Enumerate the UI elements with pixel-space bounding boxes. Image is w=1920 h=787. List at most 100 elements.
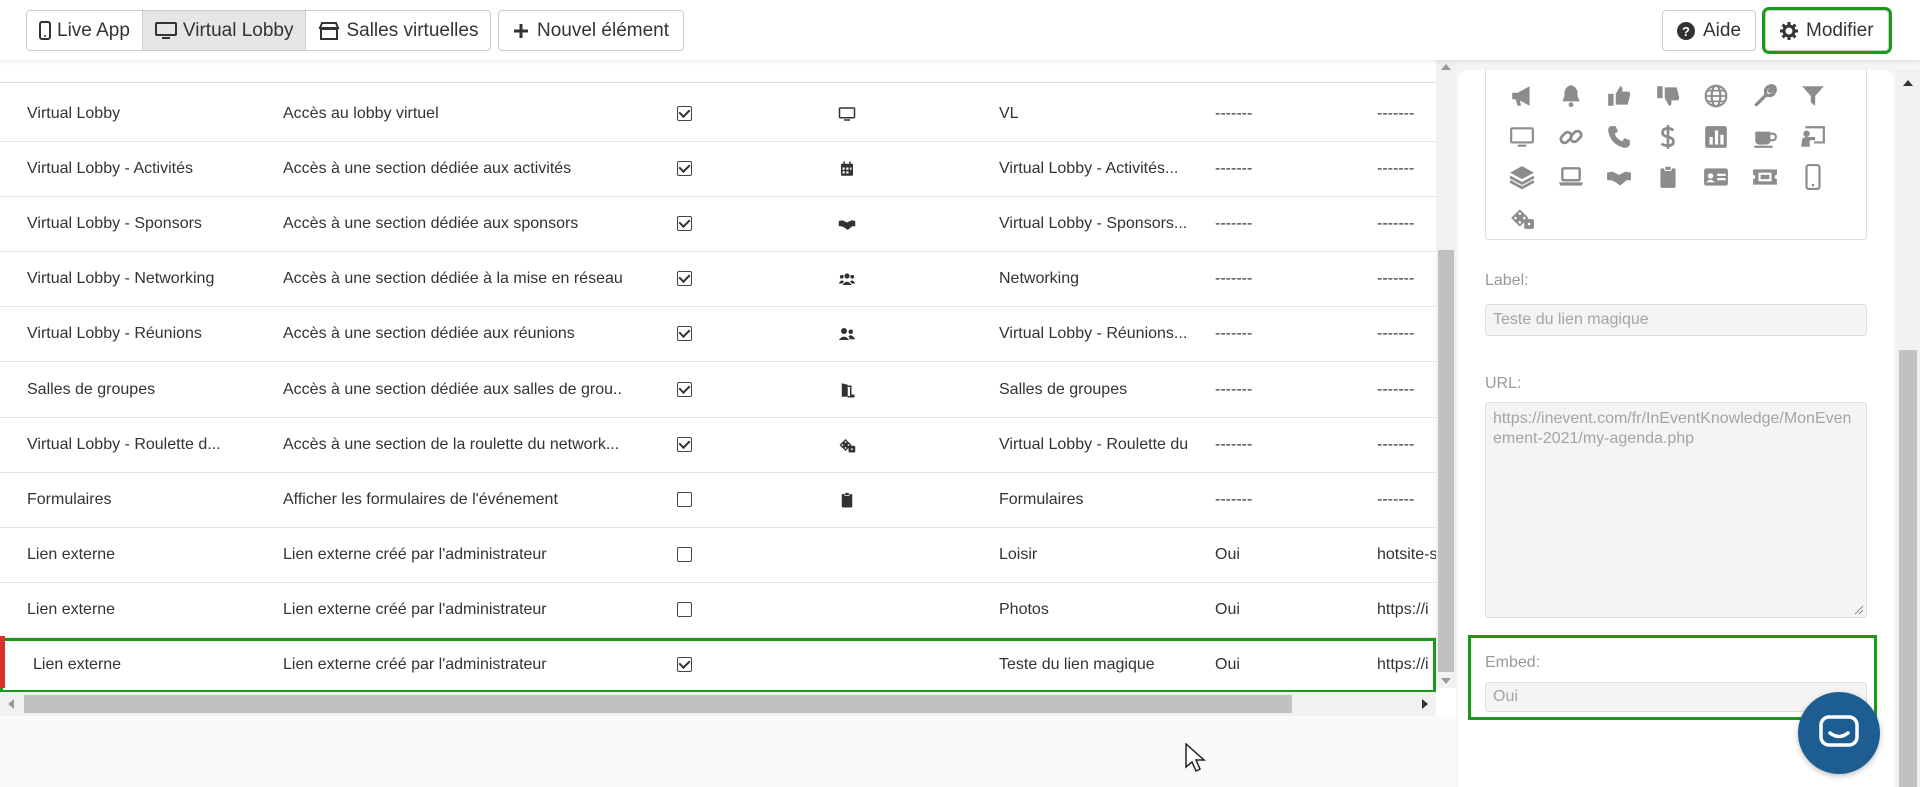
enabled-checkbox[interactable] [677, 657, 692, 672]
row-icon-cell [836, 654, 858, 676]
row-enabled-cell [677, 437, 693, 453]
table-row[interactable]: Salles de groupes Accès à une section déd… [0, 363, 1436, 418]
plus-icon [514, 23, 528, 38]
enabled-checkbox[interactable] [677, 271, 692, 286]
icon-option[interactable] [1498, 198, 1547, 239]
icon-picker [1485, 70, 1867, 240]
row-embed: ------- [1215, 160, 1253, 177]
scroll-up-icon[interactable] [1903, 80, 1913, 86]
icon-option[interactable] [1498, 117, 1547, 158]
row-name: Virtual Lobby - Roulette d... [27, 436, 221, 453]
icon-option[interactable] [1741, 76, 1790, 117]
row-icon-cell [836, 544, 858, 566]
enabled-checkbox[interactable] [677, 216, 692, 231]
scroll-up-icon[interactable] [1441, 64, 1451, 70]
enabled-checkbox[interactable] [677, 326, 692, 341]
table-row[interactable]: Virtual Lobby - Networking Accès à une se… [0, 252, 1436, 307]
virtual-lobby-label: Virtual Lobby [182, 19, 294, 41]
row-embed: ------- [1215, 436, 1253, 453]
icon-option[interactable] [1547, 117, 1596, 158]
enabled-checkbox[interactable] [677, 492, 692, 507]
icon-option[interactable] [1789, 157, 1838, 198]
embed-field-title: Embed: [1485, 654, 1541, 671]
scroll-down-icon[interactable] [1441, 678, 1451, 684]
icon-option[interactable] [1595, 76, 1644, 117]
icon-option[interactable] [1595, 117, 1644, 158]
row-url: ------- [1377, 270, 1415, 287]
icon-option[interactable] [1789, 117, 1838, 158]
row-indicator [0, 636, 5, 688]
icon-option[interactable] [1595, 157, 1644, 198]
table-row[interactable]: Lien externe Lien externe créé par l'admi… [0, 638, 1436, 693]
enabled-checkbox[interactable] [677, 382, 692, 397]
icon-option[interactable] [1547, 76, 1596, 117]
enabled-checkbox[interactable] [677, 437, 692, 452]
icon-option[interactable] [1644, 117, 1693, 158]
table-row[interactable]: Virtual Lobby - Roulette d... Accès à une… [0, 418, 1436, 473]
modifier-button[interactable]: Modifier [1762, 7, 1892, 54]
row-label: Virtual Lobby - Roulette du [999, 436, 1189, 453]
table-row[interactable]: Virtual Lobby - Sponsors Accès à une sect… [0, 197, 1436, 252]
icon-option[interactable] [1741, 157, 1790, 198]
handshake-icon [1607, 171, 1632, 186]
icon-option[interactable] [1789, 76, 1838, 117]
row-embed: Oui [1215, 601, 1240, 618]
enabled-checkbox[interactable] [677, 547, 692, 562]
enabled-checkbox[interactable] [677, 106, 692, 121]
panel-scrollbar[interactable] [1896, 70, 1920, 787]
row-description: Lien externe créé par l'administrateur [283, 546, 547, 563]
icon-option[interactable] [1692, 76, 1741, 117]
live-app-label: Live App [57, 19, 130, 41]
row-label: Photos [999, 601, 1049, 618]
clipboard-icon [1660, 165, 1676, 189]
coffee-icon [1753, 131, 1777, 148]
enabled-checkbox[interactable] [677, 602, 692, 617]
scroll-thumb[interactable] [1899, 350, 1917, 787]
scroll-left-icon[interactable] [8, 699, 14, 709]
nouvel-element-button[interactable]: Nouvel élément [498, 10, 685, 51]
row-name: Virtual Lobby - Activités [27, 160, 194, 177]
desktop-icon [838, 107, 856, 121]
table-row[interactable]: Virtual Lobby - Réunions Accès à une sect… [0, 307, 1436, 362]
table-horizontal-scrollbar[interactable] [0, 692, 1436, 716]
icon-option[interactable] [1498, 76, 1547, 117]
table-vertical-scrollbar[interactable] [1436, 60, 1456, 688]
icon-option[interactable] [1644, 157, 1693, 198]
table-row[interactable]: Virtual Lobby - Activités Accès à une sec… [0, 142, 1436, 197]
icon-option[interactable] [1644, 76, 1693, 117]
table-row[interactable]: Lien externe Lien externe créé par l'admi… [0, 583, 1436, 638]
icon-option[interactable] [1741, 117, 1790, 158]
row-icon-cell [836, 158, 858, 180]
desktop-icon [154, 21, 177, 39]
salles-virtuelles-button[interactable]: Salles virtuelles [306, 11, 491, 50]
live-app-button[interactable]: Live App [27, 11, 143, 50]
row-enabled-cell [677, 271, 693, 287]
icon-option[interactable] [1692, 157, 1741, 198]
row-name: Virtual Lobby [27, 105, 121, 122]
table-row[interactable]: Lien externe Lien externe créé par l'admi… [0, 528, 1436, 583]
url-textarea[interactable]: https://inevent.com/fr/InEventKnowledge/… [1485, 402, 1867, 618]
table-row[interactable]: Virtual Lobby Accès au lobby virtuel VL ---… [0, 87, 1436, 142]
row-embed: ------- [1215, 325, 1253, 342]
icon-option[interactable] [1692, 117, 1741, 158]
gear-icon [1780, 21, 1798, 40]
row-label: VL [999, 105, 1019, 122]
row-embed: ------- [1215, 381, 1253, 398]
icon-option[interactable] [1547, 157, 1596, 198]
row-name: Salles de groupes [27, 381, 156, 398]
aide-button[interactable]: ? Aide [1662, 10, 1757, 51]
scroll-right-icon[interactable] [1422, 699, 1428, 709]
resize-grip-icon[interactable] [1854, 605, 1864, 615]
scroll-thumb[interactable] [1438, 250, 1454, 672]
chart-icon [1705, 125, 1728, 148]
row-embed: ------- [1215, 215, 1253, 232]
label-input[interactable]: Teste du lien magique [1485, 304, 1867, 336]
icon-option[interactable] [1498, 157, 1547, 198]
chat-widget-button[interactable] [1798, 692, 1880, 774]
scroll-thumb[interactable] [24, 695, 1292, 713]
enabled-checkbox[interactable] [677, 161, 692, 176]
table-row[interactable]: Formulaires Afficher les formulaires de l… [0, 473, 1436, 528]
view-switcher: Live App Virtual Lobby Salles virtuelles [26, 10, 492, 51]
virtual-lobby-button[interactable]: Virtual Lobby [142, 11, 307, 50]
row-url: ------- [1377, 325, 1415, 342]
